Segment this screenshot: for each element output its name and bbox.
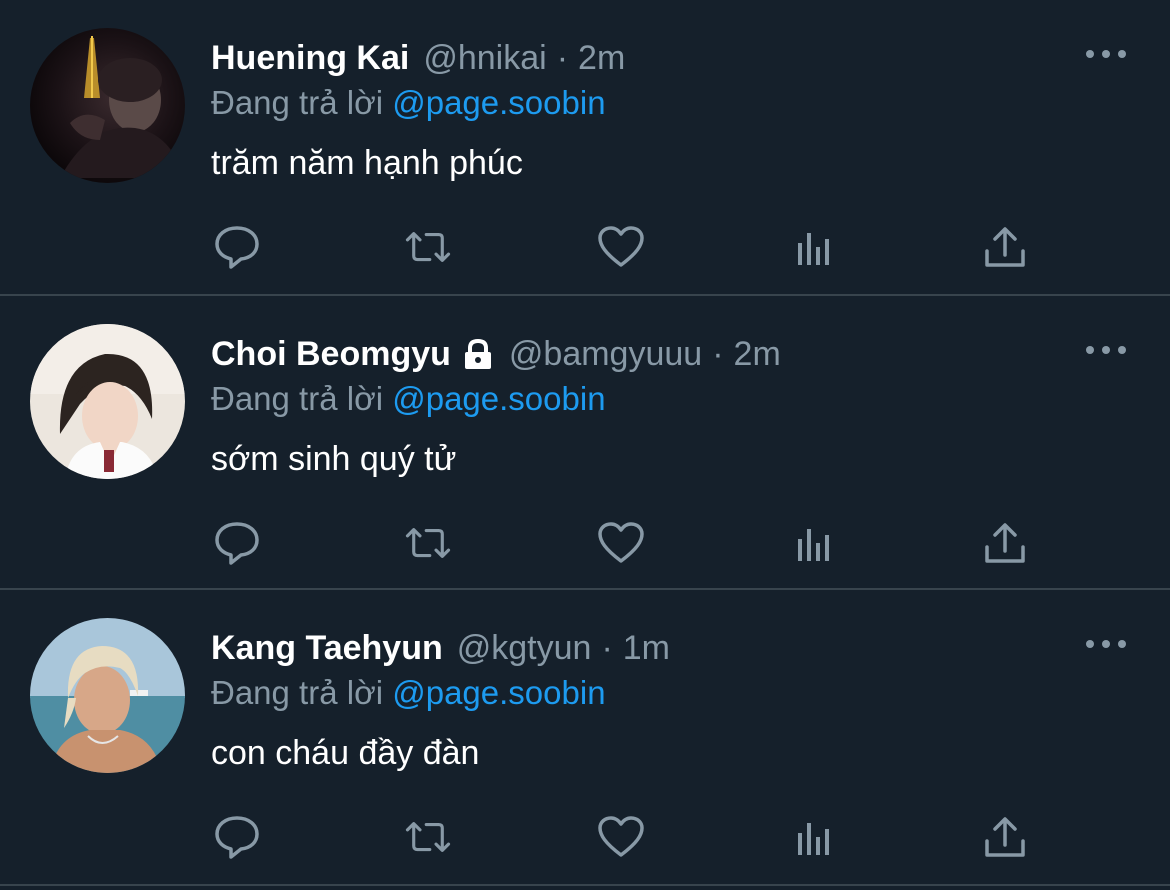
reply-icon[interactable] xyxy=(212,222,262,272)
tweet-header: Kang Taehyun @kgtyun · 1m xyxy=(211,626,670,670)
action-bar xyxy=(0,812,1170,862)
tweet-header: Huening Kai @hnikai · 2m xyxy=(211,36,625,80)
retweet-icon[interactable] xyxy=(403,222,453,272)
action-bar xyxy=(0,518,1170,568)
replying-to: Đang trả lời @page.soobin xyxy=(211,84,606,122)
separator-dot: · xyxy=(601,628,613,667)
retweet-icon[interactable] xyxy=(403,812,453,862)
timestamp[interactable]: 2m xyxy=(578,39,625,78)
mention-link[interactable]: @page.soobin xyxy=(392,380,605,417)
share-icon[interactable] xyxy=(980,222,1030,272)
share-icon[interactable] xyxy=(980,812,1030,862)
replying-to-label: Đang trả lời xyxy=(211,674,384,711)
more-options-icon[interactable] xyxy=(1086,44,1126,64)
user-handle[interactable]: @hnikai xyxy=(423,39,546,78)
replying-to: Đang trả lời @page.soobin xyxy=(211,380,606,418)
replying-to-label: Đang trả lời xyxy=(211,380,384,417)
lock-icon xyxy=(461,337,495,371)
divider xyxy=(0,884,1170,886)
tweet[interactable]: Choi Beomgyu @bamgyuuu · 2m Đang trả lời… xyxy=(0,296,1170,590)
avatar[interactable] xyxy=(30,28,185,183)
like-icon[interactable] xyxy=(596,518,646,568)
display-name[interactable]: Kang Taehyun xyxy=(211,629,443,668)
tweet-text: sớm sinh quý tử xyxy=(211,440,457,478)
share-icon[interactable] xyxy=(980,518,1030,568)
replying-to: Đang trả lời @page.soobin xyxy=(211,674,606,712)
display-name[interactable]: Huening Kai xyxy=(211,39,409,78)
mention-link[interactable]: @page.soobin xyxy=(392,84,605,121)
tweet[interactable]: Huening Kai @hnikai · 2m Đang trả lời @p… xyxy=(0,0,1170,294)
mention-link[interactable]: @page.soobin xyxy=(392,674,605,711)
timestamp[interactable]: 2m xyxy=(734,335,781,374)
reply-feed: Huening Kai @hnikai · 2m Đang trả lời @p… xyxy=(0,0,1170,890)
more-options-icon[interactable] xyxy=(1086,634,1126,654)
like-icon[interactable] xyxy=(596,812,646,862)
tweet[interactable]: Kang Taehyun @kgtyun · 1m Đang trả lời @… xyxy=(0,590,1170,884)
views-icon[interactable] xyxy=(788,812,838,862)
separator-dot: · xyxy=(556,38,569,77)
reply-icon[interactable] xyxy=(212,518,262,568)
views-icon[interactable] xyxy=(788,222,838,272)
user-handle[interactable]: @kgtyun xyxy=(457,629,592,668)
avatar[interactable] xyxy=(30,324,185,479)
tweet-text: trăm năm hạnh phúc xyxy=(211,144,523,182)
action-bar xyxy=(0,222,1170,272)
avatar[interactable] xyxy=(30,618,185,773)
display-name[interactable]: Choi Beomgyu xyxy=(211,335,451,374)
more-options-icon[interactable] xyxy=(1086,340,1126,360)
user-handle[interactable]: @bamgyuuu xyxy=(509,335,702,374)
tweet-text: con cháu đầy đàn xyxy=(211,734,480,772)
reply-icon[interactable] xyxy=(212,812,262,862)
tweet-header: Choi Beomgyu @bamgyuuu · 2m xyxy=(211,332,781,376)
separator-dot: · xyxy=(712,334,724,373)
timestamp[interactable]: 1m xyxy=(623,629,670,668)
retweet-icon[interactable] xyxy=(403,518,453,568)
replying-to-label: Đang trả lời xyxy=(211,84,384,121)
views-icon[interactable] xyxy=(788,518,838,568)
like-icon[interactable] xyxy=(596,222,646,272)
